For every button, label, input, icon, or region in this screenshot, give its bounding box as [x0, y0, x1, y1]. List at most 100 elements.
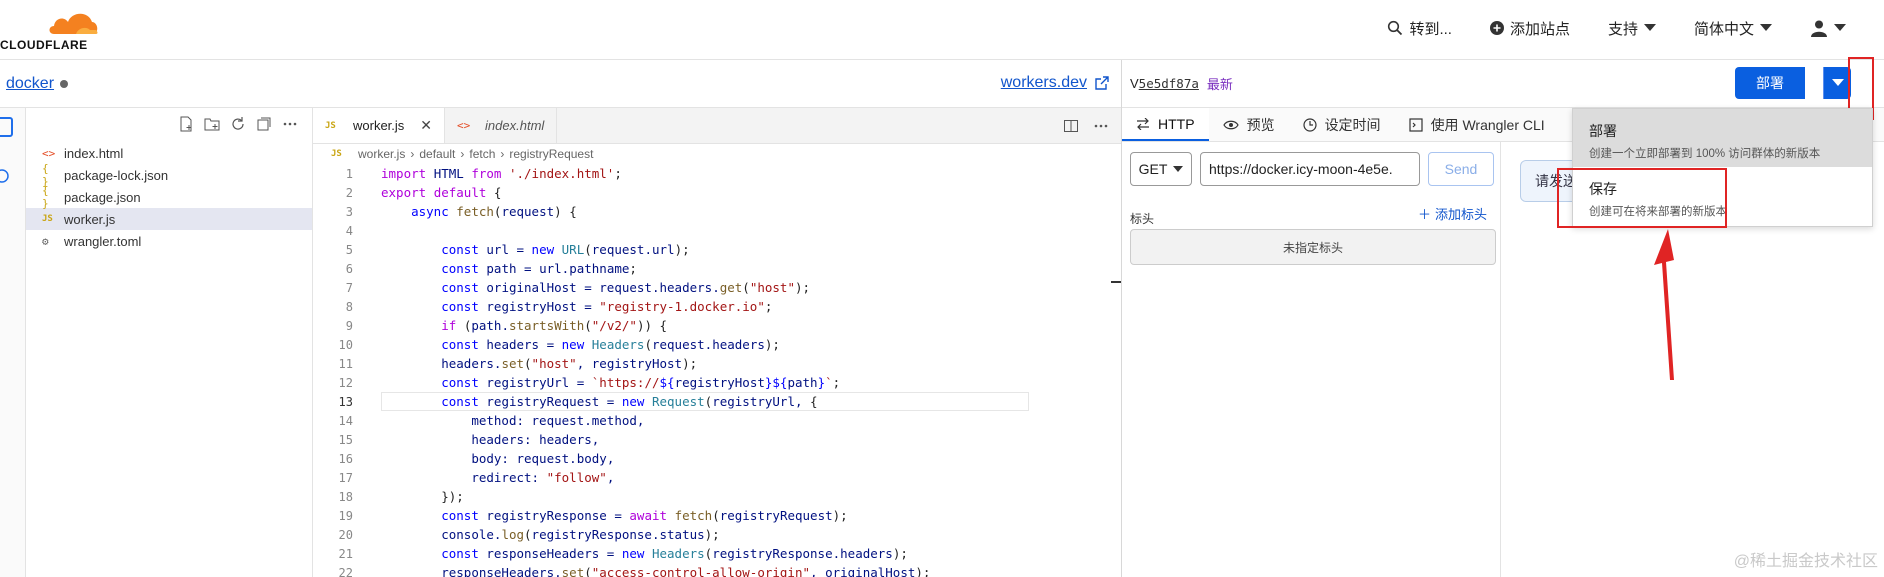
add-header-button[interactable]: ＋ 添加标头	[1418, 204, 1487, 223]
caret-down-icon	[1760, 24, 1772, 31]
search-icon[interactable]	[0, 168, 14, 188]
breadcrumb: JS worker.js › default › fetch › registr…	[313, 144, 1121, 164]
line-number: 10	[338, 337, 353, 352]
panel-divider[interactable]	[1500, 142, 1501, 577]
url-input[interactable]: https://docker.icy-moon-4e5e.	[1200, 152, 1420, 186]
plus-icon: ＋	[1418, 207, 1432, 222]
top-header: CLOUDFLARE 转到... 添加站点 支持 简体中文	[0, 0, 1884, 60]
annotation-arrow-icon	[1654, 229, 1674, 380]
method-select[interactable]: GET	[1130, 152, 1192, 186]
breadcrumb-item[interactable]: registryRequest	[509, 147, 593, 161]
logo-text: CLOUDFLARE	[0, 38, 88, 52]
code-line: 5 const url = new URL(request.url);	[313, 240, 1121, 259]
line-number: 9	[345, 318, 353, 333]
project-header: docker workers.dev	[0, 60, 1121, 108]
new-file-icon[interactable]	[178, 116, 194, 132]
current-line-highlight	[381, 392, 1029, 411]
refresh-icon[interactable]	[230, 116, 246, 132]
html-file-icon: <>	[42, 146, 56, 160]
line-number: 20	[338, 527, 353, 542]
workers-dev-label: workers.dev	[1000, 74, 1087, 91]
line-number: 2	[345, 185, 353, 200]
workers-dev-link[interactable]: workers.dev	[1001, 74, 1109, 92]
file-item[interactable]: JS worker.js	[26, 208, 312, 230]
tab-label: 预览	[1246, 116, 1275, 133]
language-label: 简体中文	[1693, 20, 1754, 38]
file-tree: <> index.html { } package-lock.json { } pac…	[26, 142, 312, 252]
line-number: 11	[338, 356, 353, 371]
tab-wrangler[interactable]: 使用 Wrangler CLI	[1395, 108, 1559, 141]
line-number: 12	[338, 375, 353, 390]
file-item[interactable]: <> index.html	[26, 142, 312, 164]
cloud-logo-icon	[49, 13, 98, 34]
line-number: 15	[338, 432, 353, 447]
no-headers-box: 未指定标头	[1130, 229, 1496, 265]
project-name-link[interactable]: docker	[6, 75, 54, 93]
files-icon[interactable]	[0, 114, 16, 140]
breadcrumb-item[interactable]: default	[419, 147, 455, 161]
gear-icon: ⚙	[42, 234, 49, 248]
tab-index-html[interactable]: <> index.html	[445, 108, 558, 143]
code-line: 10 const headers = new Headers(request.h…	[313, 335, 1121, 354]
external-link-icon	[1095, 76, 1109, 90]
tab-worker-js[interactable]: JS worker.js ✕	[313, 108, 446, 143]
collapse-all-icon[interactable]	[256, 116, 272, 132]
file-item[interactable]: ⚙ wrangler.toml	[26, 230, 312, 252]
breadcrumb-item[interactable]: fetch	[469, 147, 495, 161]
tab-preview[interactable]: 预览	[1209, 108, 1289, 141]
support-label: 支持	[1607, 20, 1638, 38]
send-button[interactable]: Send	[1428, 152, 1494, 186]
code-editor: JS worker.js ✕ <> index.html JS worker.j…	[313, 108, 1121, 577]
code-line: 11 headers.set("host", registryHost);	[313, 354, 1121, 373]
eye-icon	[1222, 120, 1239, 129]
tab-http[interactable]: HTTP	[1122, 108, 1209, 141]
line-number: 17	[338, 470, 353, 485]
more-icon[interactable]	[282, 116, 298, 132]
code-line: 15 headers: headers,	[313, 430, 1121, 449]
close-icon[interactable]: ✕	[420, 117, 432, 134]
add-site-button[interactable]: 添加站点	[1489, 18, 1570, 39]
support-menu[interactable]: 支持	[1608, 18, 1656, 39]
code-area[interactable]: 1 import HTML from './index.html'; 2 expor…	[313, 164, 1121, 577]
tab-schedule[interactable]: 设定时间	[1289, 108, 1395, 141]
user-menu[interactable]	[1810, 19, 1846, 37]
deploy-dropdown-toggle[interactable]	[1823, 67, 1851, 99]
line-number: 7	[345, 280, 353, 295]
tab-label: 使用 Wrangler CLI	[1430, 116, 1545, 133]
menu-item-deploy[interactable]: 部署 创建一个立即部署到 100% 访问群体的新版本	[1573, 109, 1872, 167]
request-row: GET https://docker.icy-moon-4e5e. Send	[1130, 152, 1494, 186]
file-item[interactable]: { } package-lock.json	[26, 162, 312, 188]
html-file-icon: <>	[457, 119, 471, 132]
language-menu[interactable]: 简体中文	[1694, 18, 1772, 39]
code-line: 16 body: request.body,	[313, 449, 1121, 468]
deploy-button[interactable]: 部署	[1735, 67, 1805, 99]
line-number: 22	[338, 565, 353, 577]
tab-label: HTTP	[1158, 115, 1195, 132]
split-editor-icon[interactable]	[1063, 118, 1079, 134]
cloudflare-logo[interactable]: CLOUDFLARE	[0, 8, 110, 52]
file-item[interactable]: { } package.json	[26, 184, 312, 210]
code-line: 20 console.log(registryResponse.status);	[313, 525, 1121, 544]
caret-down-icon	[1173, 165, 1184, 172]
annotation-highlight-box	[1557, 168, 1727, 228]
code-line: 8 const registryHost = "registry-1.docke…	[313, 297, 1121, 316]
code-line: 2 export default {	[313, 183, 1121, 202]
goto-button[interactable]: 转到...	[1387, 18, 1452, 39]
menu-item-title: 部署	[1589, 123, 1617, 139]
json-file-icon: { }	[42, 184, 49, 210]
file-name: wrangler.toml	[64, 233, 142, 249]
unsaved-indicator	[60, 79, 69, 88]
terminal-icon	[1408, 117, 1423, 132]
js-file-icon: JS	[325, 120, 336, 131]
menu-item-description: 创建一个立即部署到 100% 访问群体的新版本	[1589, 148, 1821, 160]
more-icon[interactable]	[1093, 118, 1109, 134]
new-folder-icon[interactable]	[204, 116, 220, 132]
code-line: 19 const registryResponse = await fetch(…	[313, 506, 1121, 525]
plus-circle-icon	[1489, 21, 1504, 35]
version-id[interactable]: 5e5df87a	[1139, 76, 1199, 91]
line-number: 8	[345, 299, 353, 314]
js-file-icon: JS	[331, 149, 342, 159]
scrollbar[interactable]	[1111, 281, 1121, 283]
breadcrumb-item[interactable]: worker.js	[358, 147, 405, 161]
line-number: 4	[345, 223, 353, 238]
